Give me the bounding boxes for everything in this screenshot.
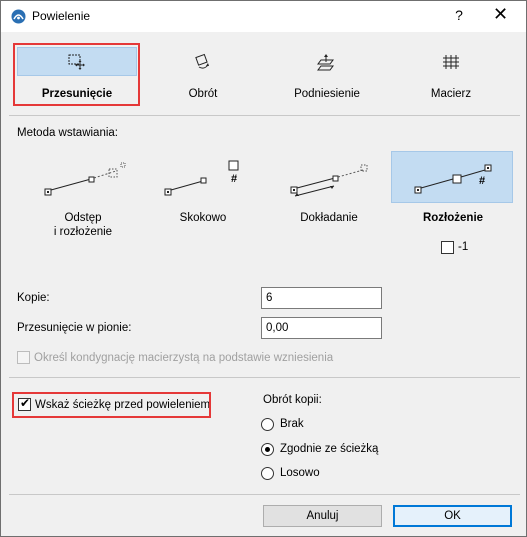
separator-middle [9,377,520,378]
tab-elevate[interactable]: Podniesienie [265,45,389,104]
rotation-none-radio[interactable] [261,418,274,431]
distribution-diagram-icon [414,164,492,194]
separator-top [9,115,520,116]
method-spacing-distribution[interactable]: Odstęp i rozłożenie [23,149,143,244]
storey-label: Określ kondygnację macierzystą na podsta… [34,352,334,364]
highlight-move-tab [13,43,140,106]
method-increment[interactable]: # Skokowo [143,149,263,244]
highlight-show-path [12,392,211,418]
help-button[interactable]: ? [452,7,466,23]
copies-input[interactable]: 6 [261,287,382,309]
increment-diagram-icon [164,160,239,196]
copies-label: Kopie: [17,292,50,304]
method-spacing-label: Odstęp i rozłożenie [23,211,143,239]
rotation-along-path-radio[interactable] [261,443,274,456]
tab-rotate[interactable]: Obrót [141,45,265,104]
tab-matrix-label: Macierz [430,88,472,100]
distribution-hash-label: # [479,175,486,187]
method-append[interactable]: Dokładanie [269,149,389,244]
rotate-icon [195,53,209,69]
minus-one-label: -1 [458,241,469,253]
tab-rotate-label: Obrót [188,88,218,100]
vertical-offset-input[interactable]: 0,00 [261,317,382,339]
method-increment-label: Skokowo [179,212,227,224]
radio-selected-dot [265,447,270,452]
append-diagram-icon [290,164,368,197]
increment-hash-label: # [231,173,238,185]
method-label: Metoda wstawiania: [17,127,118,139]
title-bar: Powielenie ? ✕ [1,1,526,32]
window-title: Powielenie [32,9,91,23]
vertical-offset-label: Przesunięcie w pionie: [17,322,132,334]
storey-checkbox[interactable] [17,351,30,364]
rotation-label: Obrót kopii: [263,394,322,406]
close-button[interactable]: ✕ [493,4,508,25]
rotation-none-label: Brak [280,418,304,430]
separator-bottom [9,494,520,495]
spacing-diagram-icon [44,162,126,196]
elevate-icon [317,54,334,71]
rotation-random-radio[interactable] [261,467,274,480]
method-spacing-label-line1: Odstęp [64,212,102,224]
matrix-icon [443,55,459,69]
minus-one-checkbox[interactable] [441,241,454,254]
tab-elevate-label: Podniesienie [294,88,360,100]
tab-matrix[interactable]: Macierz [389,45,513,104]
ok-button[interactable]: OK [393,505,512,527]
dialog-window: Powielenie ? ✕ Przesunięcie Obrót Podnie… [0,0,527,537]
method-append-label: Dokładanie [300,212,358,224]
rotation-along-path-label: Zgodnie ze ścieżką [280,443,379,455]
archicad-app-icon [11,9,26,24]
method-spacing-label-line2: i rozłożenie [53,226,113,238]
method-distribution-label: Rozłożenie [422,212,484,224]
rotation-random-label: Losowo [280,467,320,479]
cancel-button[interactable]: Anuluj [263,505,382,527]
method-distribution[interactable]: # Rozłożenie [391,149,513,244]
